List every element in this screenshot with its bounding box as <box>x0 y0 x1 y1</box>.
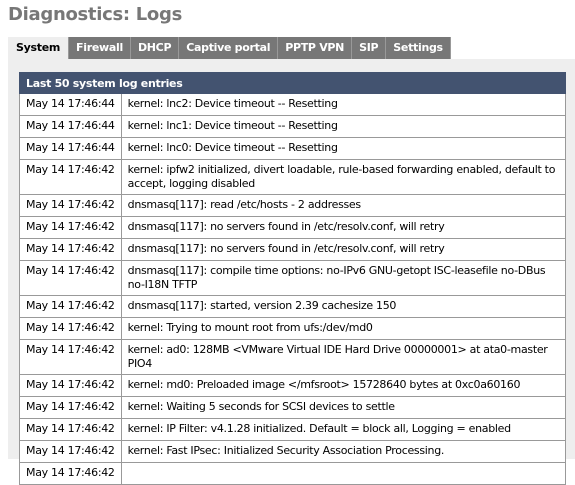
page-title: Diagnostics: Logs <box>8 4 182 25</box>
table-row: May 14 17:46:44 kernel: lnc0: Device time… <box>19 137 567 160</box>
log-timestamp: May 14 17:46:44 <box>19 115 122 138</box>
table-header: Last 50 system log entries <box>19 72 566 94</box>
log-message: dnsmasq[117]: no servers found in /etc/r… <box>120 238 567 261</box>
log-message: kernel: IP Filter: v4.1.28 initialized. … <box>120 418 567 441</box>
tab-system[interactable]: System <box>8 37 70 59</box>
log-message: kernel: md0: Preloaded image </mfsroot> … <box>120 374 567 397</box>
table-row: May 14 17:46:42 dnsmasq[117]: started, ve… <box>19 295 567 318</box>
table-row: May 14 17:46:42 dnsmasq[117]: compile tim… <box>19 260 567 296</box>
table-row: May 14 17:46:42 kernel: ad0: 128MB <VMwar… <box>19 339 567 375</box>
log-timestamp: May 14 17:46:42 <box>19 216 122 239</box>
log-timestamp: May 14 17:46:42 <box>19 159 122 195</box>
log-timestamp: May 14 17:46:44 <box>19 93 122 116</box>
log-message: kernel: Fast IPsec: Initialized Security… <box>120 440 567 463</box>
table-row: May 14 17:46:42 <box>19 462 567 485</box>
log-panel: Last 50 system log entries May 14 17:46:… <box>8 59 575 485</box>
log-timestamp: May 14 17:46:42 <box>19 260 122 296</box>
tab-firewall[interactable]: Firewall <box>69 37 131 59</box>
log-message: kernel: lnc0: Device timeout -- Resettin… <box>120 137 567 160</box>
table-row: May 14 17:46:44 kernel: lnc2: Device time… <box>19 93 567 116</box>
log-timestamp: May 14 17:46:42 <box>19 295 122 318</box>
log-message: kernel: lnc2: Device timeout -- Resettin… <box>120 93 567 116</box>
log-timestamp: May 14 17:46:42 <box>19 238 122 261</box>
tab-pptp-vpn[interactable]: PPTP VPN <box>278 37 353 59</box>
tab-settings[interactable]: Settings <box>386 37 451 59</box>
log-timestamp: May 14 17:46:42 <box>19 339 122 375</box>
log-timestamp: May 14 17:46:42 <box>19 440 122 463</box>
log-message: kernel: lnc1: Device timeout -- Resettin… <box>120 115 567 138</box>
table-row: May 14 17:46:42 kernel: ipfw2 initialized… <box>19 159 567 195</box>
table-row: May 14 17:46:42 kernel: md0: Preloaded im… <box>19 374 567 397</box>
tab-captive-portal[interactable]: Captive portal <box>179 37 279 59</box>
log-message: dnsmasq[117]: compile time options: no-I… <box>120 260 567 296</box>
table-row: May 14 17:46:44 kernel: lnc1: Device time… <box>19 115 567 138</box>
table-row: May 14 17:46:42 dnsmasq[117]: no servers … <box>19 216 567 239</box>
log-timestamp: May 14 17:46:42 <box>19 374 122 397</box>
log-timestamp: May 14 17:46:42 <box>19 462 122 485</box>
table-row: May 14 17:46:42 dnsmasq[117]: no servers … <box>19 238 567 261</box>
log-message <box>120 462 567 485</box>
log-timestamp: May 14 17:46:44 <box>19 137 122 160</box>
table-row: May 14 17:46:42 dnsmasq[117]: read /etc/h… <box>19 194 567 217</box>
tab-sip[interactable]: SIP <box>352 37 387 59</box>
log-message: dnsmasq[117]: started, version 2.39 cach… <box>120 295 567 318</box>
log-message: kernel: ipfw2 initialized, divert loadab… <box>120 159 567 195</box>
table-row: May 14 17:46:42 kernel: Fast IPsec: Initi… <box>19 440 567 463</box>
log-timestamp: May 14 17:46:42 <box>19 194 122 217</box>
tab-dhcp[interactable]: DHCP <box>130 37 180 59</box>
log-message: kernel: Trying to mount root from ufs:/d… <box>120 317 567 340</box>
table-row: May 14 17:46:42 kernel: Waiting 5 seconds… <box>19 396 567 419</box>
log-timestamp: May 14 17:46:42 <box>19 317 122 340</box>
log-message: dnsmasq[117]: read /etc/hosts - 2 addres… <box>120 194 567 217</box>
tab-bar: System Firewall DHCP Captive portal PPTP VPN… <box>8 37 451 59</box>
log-timestamp: May 14 17:46:42 <box>19 396 122 419</box>
table-row: May 14 17:46:42 kernel: Trying to mount r… <box>19 317 567 340</box>
log-message: dnsmasq[117]: no servers found in /etc/r… <box>120 216 567 239</box>
log-table: Last 50 system log entries May 14 17:46:… <box>19 72 567 485</box>
log-timestamp: May 14 17:46:42 <box>19 418 122 441</box>
log-message: kernel: ad0: 128MB <VMware Virtual IDE H… <box>120 339 567 375</box>
log-message: kernel: Waiting 5 seconds for SCSI devic… <box>120 396 567 419</box>
table-row: May 14 17:46:42 kernel: IP Filter: v4.1.2… <box>19 418 567 441</box>
